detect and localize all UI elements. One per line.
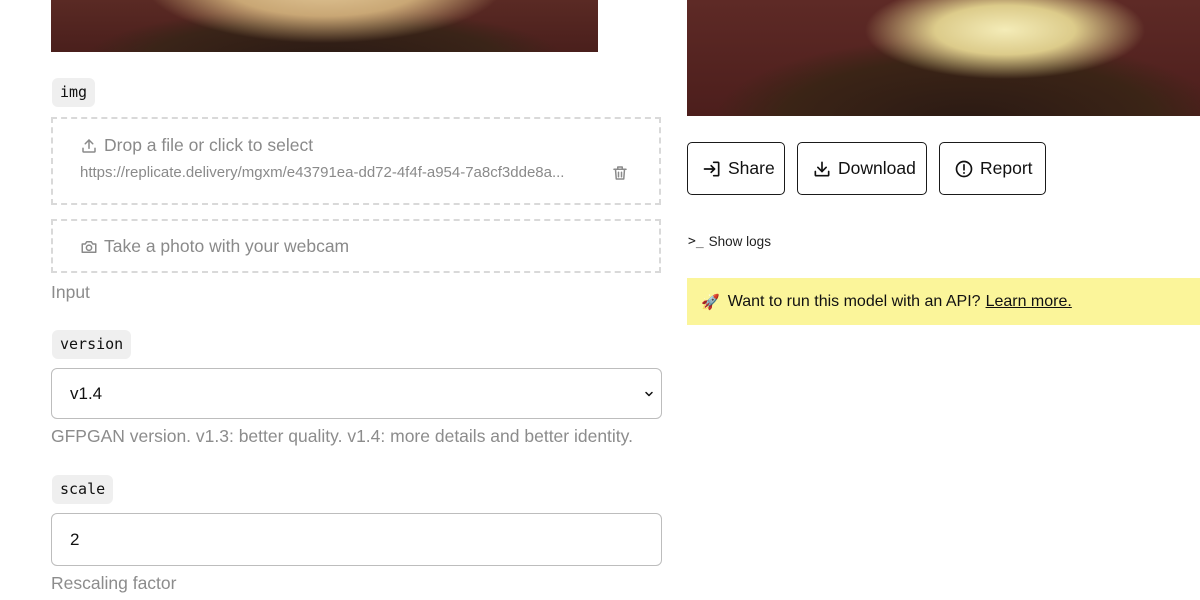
download-button[interactable]: Download — [797, 142, 927, 195]
rocket-icon: 🚀 — [701, 293, 720, 311]
upload-icon — [82, 138, 96, 153]
api-banner-text: Want to run this model with an API? — [727, 292, 981, 310]
version-select[interactable]: v1.4 — [51, 368, 662, 419]
webcam-prompt: Take a photo with your webcam — [80, 236, 349, 257]
dropzone-label: Drop a file or click to select — [104, 135, 314, 155]
scale-field-tag: scale — [52, 475, 114, 504]
share-button[interactable]: Share — [687, 142, 785, 195]
scale-value: 2 — [70, 529, 80, 549]
webcam-label: Take a photo with your webcam — [104, 236, 350, 256]
input-image-preview — [51, 0, 598, 52]
share-label: Share — [728, 158, 775, 178]
download-label: Download — [838, 158, 916, 178]
camera-icon — [81, 240, 97, 253]
chevron-down-icon — [645, 391, 653, 397]
img-field-tag: img — [52, 78, 96, 107]
webcam-capture[interactable]: Take a photo with your webcam — [51, 219, 661, 273]
scale-input[interactable]: 2 — [51, 513, 662, 566]
show-logs-label: Show logs — [708, 234, 771, 249]
version-helper-text: GFPGAN version. v1.3: better quality. v1… — [51, 426, 633, 446]
report-icon — [955, 160, 973, 177]
file-dropzone[interactable]: Drop a file or click to select https://r… — [51, 117, 661, 205]
img-helper-text: Input — [51, 282, 90, 302]
page: img Drop a file or click to select https… — [0, 0, 1200, 600]
report-button[interactable]: Report — [939, 142, 1046, 195]
learn-more-link[interactable]: Learn more. — [986, 293, 1072, 311]
terminal-icon: >_ — [688, 234, 704, 249]
uploaded-file-url: https://replicate.delivery/mgxm/e43791ea… — [80, 164, 565, 181]
scale-helper-text: Rescaling factor — [51, 573, 177, 593]
version-selected-value: v1.4 — [70, 383, 103, 403]
dropzone-prompt: Drop a file or click to select — [80, 135, 313, 156]
report-label: Report — [980, 158, 1033, 178]
show-logs-toggle[interactable]: >_ Show logs — [688, 234, 771, 249]
share-icon — [703, 161, 720, 176]
api-banner: 🚀 Want to run this model with an API? Le… — [687, 278, 1200, 325]
download-icon — [814, 161, 830, 176]
trash-icon[interactable] — [611, 163, 629, 188]
version-field-tag: version — [52, 330, 132, 359]
output-image-preview — [687, 0, 1200, 116]
